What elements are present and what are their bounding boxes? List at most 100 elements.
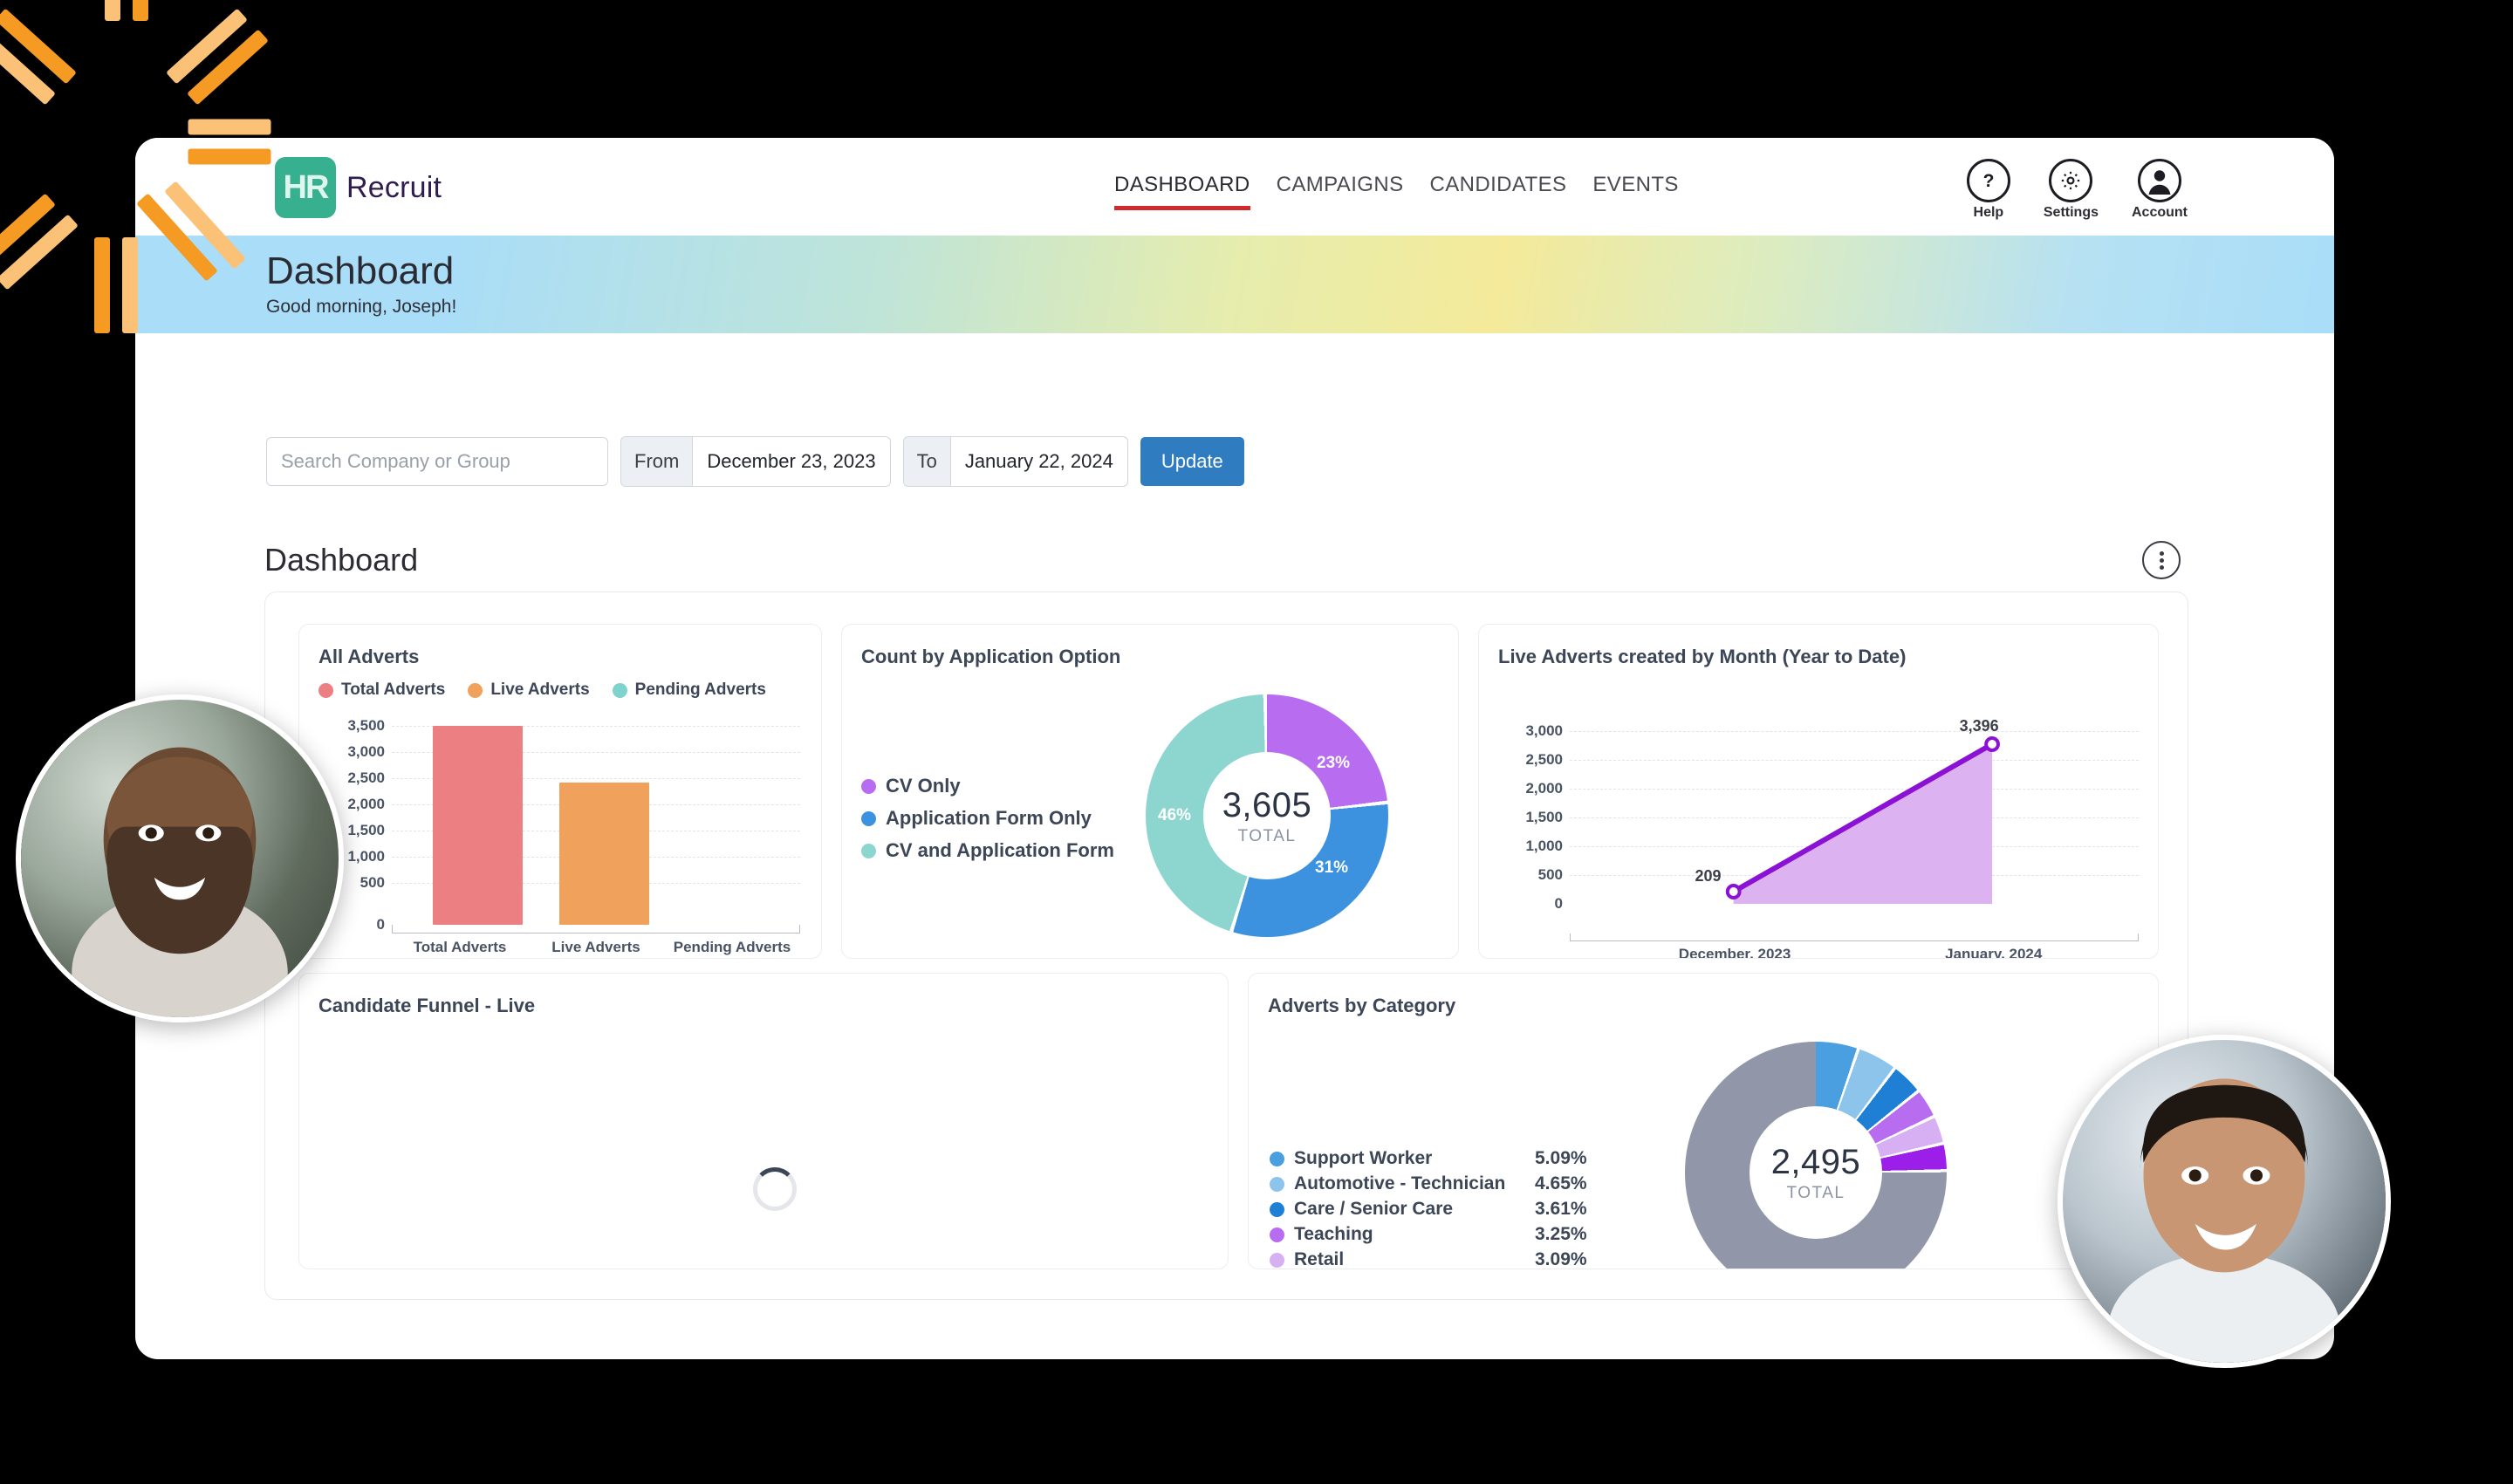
y-tick: 0	[376, 916, 385, 933]
legend-item[interactable]: CV Only	[861, 775, 1114, 797]
legend-label: Pending Adverts	[634, 680, 766, 699]
legend-swatch	[861, 778, 876, 794]
x-tick: December, 2023	[1678, 946, 1791, 959]
legend-item[interactable]: Teaching 3.25%	[1270, 1224, 1587, 1245]
x-tick: Pending Adverts	[673, 939, 791, 955]
legend-swatch	[1270, 1151, 1284, 1166]
kebab-menu-icon[interactable]	[2142, 541, 2181, 579]
search-input[interactable]: Search Company or Group	[266, 437, 608, 486]
legend-item[interactable]: Automotive - Technician 4.65%	[1270, 1173, 1587, 1194]
bar-chart-plot-area	[392, 726, 800, 925]
svg-text:?: ?	[1982, 171, 1994, 191]
point-label-december: 209	[1695, 867, 1722, 885]
page-hero-banner: Dashboard Good morning, Joseph!	[135, 236, 2334, 333]
card-all-adverts: All Adverts Total Adverts Live Adverts P…	[298, 624, 822, 959]
y-tick: 0	[1554, 895, 1563, 912]
primary-nav: DASHBOARD CAMPAIGNS CANDIDATES EVENTS	[1114, 173, 1679, 210]
legend-swatch	[861, 843, 876, 858]
donut-total-caption: TOTAL	[1237, 826, 1297, 845]
y-tick: 1,500	[347, 822, 385, 838]
legend-item[interactable]: CV and Application Form	[861, 839, 1114, 862]
legend-label: Support Worker	[1294, 1148, 1433, 1168]
point-label-january: 3,396	[1959, 717, 1999, 735]
avatar-photo-right	[2058, 1035, 2391, 1368]
bar-total-adverts[interactable]	[432, 726, 523, 925]
from-label: From	[621, 437, 694, 486]
settings-button[interactable]: Settings	[2044, 159, 2099, 221]
burst-ray	[122, 237, 138, 333]
burst-ray	[188, 119, 271, 135]
legend-label: Care / Senior Care	[1294, 1199, 1454, 1219]
legend-application-option: CV Only Application Form Only CV and App…	[861, 775, 1114, 872]
top-navigation-bar: HR Recruit DASHBOARD CAMPAIGNS CANDIDATE…	[135, 138, 2334, 236]
donut-total-value: 2,495	[1770, 1142, 1861, 1181]
donut-adverts-by-category: 2,495 TOTAL	[1685, 1042, 1947, 1269]
to-label: To	[903, 437, 951, 486]
brand-name: Recruit	[346, 170, 442, 204]
legend-swatch	[1270, 1201, 1284, 1217]
help-icon: ?	[1966, 159, 2010, 202]
legend-item[interactable]: Live Adverts	[468, 680, 590, 700]
greeting-text: Good morning, Joseph!	[266, 296, 457, 317]
legend-swatch	[1270, 1227, 1284, 1242]
legend-item[interactable]: Support Worker 5.09%	[1270, 1148, 1587, 1169]
bar-chart-all-adverts: 3,500 3,000 2,500 2,000 1,500 1,000 500 …	[318, 717, 805, 955]
card-adverts-by-category: Adverts by Category Support Worker 5.09%…	[1248, 973, 2159, 1269]
line-chart-plot-area: 209 3,396	[1570, 717, 2139, 933]
legend-swatch	[318, 682, 333, 698]
update-button[interactable]: Update	[1140, 437, 1244, 486]
card-title-candidate-funnel: Candidate Funnel - Live	[318, 995, 536, 1016]
burst-ray	[166, 8, 248, 85]
bar-live-adverts[interactable]	[558, 783, 649, 925]
nav-item-dashboard[interactable]: DASHBOARD	[1114, 173, 1250, 210]
donut-total-caption: TOTAL	[1786, 1183, 1845, 1202]
date-range-to[interactable]: To January 22, 2024	[902, 436, 1128, 487]
nav-item-candidates[interactable]: CANDIDATES	[1429, 173, 1566, 210]
legend-item[interactable]: Total Adverts	[318, 680, 445, 700]
nav-item-events[interactable]: EVENTS	[1592, 173, 1678, 210]
legend-swatch	[468, 682, 483, 698]
page-title: Dashboard	[266, 250, 455, 292]
legend-label: Automotive - Technician	[1294, 1173, 1506, 1193]
legend-item[interactable]: Application Form Only	[861, 807, 1114, 830]
legend-swatch	[861, 810, 876, 826]
nav-item-campaigns[interactable]: CAMPAIGNS	[1277, 173, 1404, 210]
account-button[interactable]: Account	[2132, 159, 2188, 221]
help-button[interactable]: ? Help	[1966, 159, 2010, 221]
y-tick: 1,000	[1525, 838, 1563, 854]
line-chart-y-axis: 3,000 2,500 2,000 1,500 1,000 500 0	[1498, 722, 1563, 933]
legend-label: Total Adverts	[341, 680, 446, 699]
legend-item[interactable]: Retail 3.09%	[1270, 1249, 1587, 1269]
burst-ray	[188, 148, 271, 165]
to-date-field[interactable]: January 22, 2024	[951, 437, 1127, 486]
logo-mark-icon: HR	[275, 157, 336, 218]
x-tick: Total Adverts	[413, 939, 507, 955]
slice-label-cv-only: 23%	[1317, 754, 1351, 772]
legend-label: Live Adverts	[490, 680, 590, 699]
card-title-adverts-by-category: Adverts by Category	[1268, 995, 1456, 1016]
legend-label: Teaching	[1294, 1224, 1373, 1244]
search-placeholder: Search Company or Group	[281, 450, 510, 472]
dashboard-section-header: Dashboard	[264, 541, 2181, 579]
burst-ray	[133, 0, 148, 21]
legend-label: CV Only	[886, 775, 961, 797]
y-tick: 3,500	[347, 717, 385, 734]
from-date-field[interactable]: December 23, 2023	[693, 437, 889, 486]
legend-value: 5.09%	[1535, 1148, 1587, 1168]
loading-spinner-icon	[753, 1167, 797, 1211]
data-point-january	[1984, 736, 2000, 752]
settings-label: Settings	[2043, 205, 2099, 220]
burst-ray	[105, 0, 120, 21]
legend-item[interactable]: Pending Adverts	[612, 680, 766, 700]
legend-item[interactable]: Care / Senior Care 3.61%	[1270, 1199, 1587, 1220]
card-title-live-adverts-by-month: Live Adverts created by Month (Year to D…	[1498, 646, 1907, 667]
y-tick: 1,500	[1525, 809, 1563, 825]
y-tick: 2,000	[1525, 780, 1563, 797]
burst-ray	[187, 29, 269, 106]
y-tick: 3,000	[347, 743, 385, 760]
date-range-from[interactable]: From December 23, 2023	[620, 436, 891, 487]
gear-icon	[2049, 159, 2093, 202]
slice-label-cv-and-app-form: 46%	[1158, 806, 1192, 824]
brand-logo[interactable]: HR Recruit	[275, 157, 442, 218]
legend-value: 3.61%	[1535, 1199, 1587, 1219]
